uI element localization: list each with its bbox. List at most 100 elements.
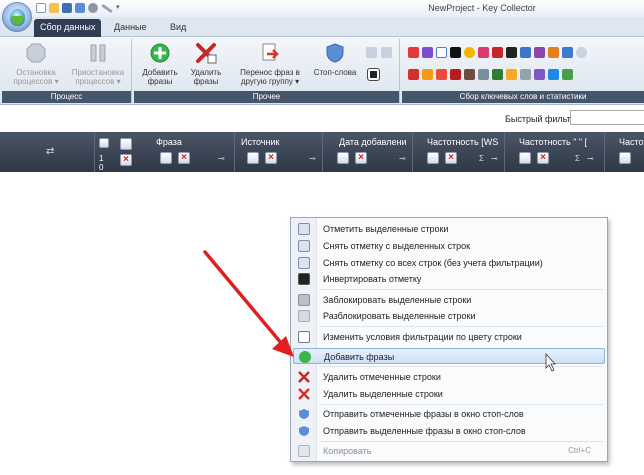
frequency-ws-funnel-icon[interactable]: ⊸ <box>491 154 498 163</box>
group-process: Остановка процессов ▾ Приостановка проце… <box>2 39 132 103</box>
search-icon[interactable] <box>576 47 587 58</box>
menu-item-send-checked-stopwords[interactable]: Отправить отмеченные фразы в окно стоп-с… <box>293 406 605 422</box>
m-icon[interactable] <box>450 69 461 80</box>
add-icon <box>299 351 311 363</box>
menu-item-uncheck-selected[interactable]: Снять отметку с выделенных строк <box>293 238 605 254</box>
app-menu-button[interactable] <box>2 2 32 32</box>
date-filter-icon[interactable] <box>337 152 349 164</box>
pen-icon[interactable] <box>562 69 573 80</box>
annotation-arrow-shaft <box>203 250 284 346</box>
menu-item-invert[interactable]: Инвертировать отметку <box>293 271 605 287</box>
frequency-quoted-funnel-icon[interactable]: ⊸ <box>587 154 594 163</box>
phrase-clear-icon[interactable]: × <box>178 152 190 164</box>
refresh-icon[interactable] <box>492 69 503 80</box>
column-phrase-title: Фраза <box>156 137 182 147</box>
redo-icon[interactable] <box>381 47 392 58</box>
menu-item-lock[interactable]: Заблокировать выделенные строки <box>293 292 605 308</box>
menu-separator <box>319 404 603 405</box>
column-row-controls: ⇄ 1 0 <box>0 132 109 172</box>
clear-select-icon[interactable]: × <box>120 154 132 166</box>
menu-item-delete-selected[interactable]: Удалить выделенные строки <box>293 386 605 402</box>
add-phrases-button[interactable]: Добавить фразы <box>138 42 182 86</box>
menu-item-check-selected[interactable]: Отметить выделенные строки <box>293 221 605 237</box>
delete-phrases-button[interactable]: Удалить фразы <box>184 42 228 86</box>
frequency-ws-clear-icon[interactable]: × <box>445 152 457 164</box>
c-icon[interactable] <box>548 69 559 80</box>
group-other: Добавить фразы Удалить фразы Перенос фра… <box>134 39 400 103</box>
menu-item-send-selected-stopwords[interactable]: Отправить выделенные фразы в окно стоп-с… <box>293 423 605 439</box>
date-clear-icon[interactable]: × <box>355 152 367 164</box>
a-icon[interactable] <box>534 69 545 80</box>
move-phrases-button[interactable]: Перенос фраз в другую группу ▾ <box>234 42 306 86</box>
column-frequency-extra[interactable]: Частотн <box>605 132 644 172</box>
delete-icon <box>298 388 310 400</box>
pause-icon <box>90 44 106 62</box>
column-frequency-ws[interactable]: Частотность [WS × Σ ⊸ <box>413 132 505 172</box>
source-clear-icon[interactable]: × <box>265 152 277 164</box>
group-caption-process: Процесс <box>2 91 131 103</box>
shield-icon <box>299 426 309 436</box>
ribbon: Остановка процессов ▾ Приостановка проце… <box>0 37 644 105</box>
stop-processes-button[interactable]: Остановка процессов ▾ <box>6 42 66 86</box>
tab-view[interactable]: Вид <box>164 19 192 37</box>
quick-filter-input[interactable] <box>570 110 644 125</box>
tab-data-collection[interactable]: Сбор данных <box>34 19 102 37</box>
menu-item-delete-checked[interactable]: Удалить отмеченные строки <box>293 369 605 385</box>
menu-item-uncheck-all[interactable]: Снять отметку со всех строк (без учета ф… <box>293 255 605 271</box>
grid-icon[interactable] <box>464 69 475 80</box>
copy-shortcut: Ctrl+C <box>568 446 591 455</box>
google-icon[interactable] <box>436 47 447 58</box>
frequency-quoted-clear-icon[interactable]: × <box>537 152 549 164</box>
chart-bars-icon[interactable] <box>408 47 419 58</box>
menu-separator <box>319 289 603 290</box>
menu-item-copy[interactable]: Копировать Ctrl+C <box>293 443 605 459</box>
frequency-quoted-sum-icon[interactable]: Σ <box>575 154 580 163</box>
menu-item-filter-by-color[interactable]: Изменить условия фильтрации по цвету стр… <box>293 329 605 345</box>
source-funnel-icon[interactable]: ⊸ <box>309 154 316 163</box>
column-frequency-extra-title: Частотн <box>619 137 644 147</box>
select-icon[interactable] <box>120 138 132 150</box>
r-icon[interactable] <box>450 47 461 58</box>
column-date-added[interactable]: Дата добавлени × ⊸ <box>323 132 413 172</box>
column-phrase[interactable]: Фраза × ⊸ <box>150 132 235 172</box>
light-icon[interactable] <box>506 69 517 80</box>
hand-icon[interactable] <box>436 69 447 80</box>
frequency-ws-filter-icon[interactable] <box>427 152 439 164</box>
chart-bars-alt-icon[interactable] <box>422 47 433 58</box>
stopwords-button[interactable]: Стоп-слова <box>310 42 360 77</box>
stats-icon[interactable] <box>520 47 531 58</box>
menu-item-add-phrases[interactable]: Добавить фразы <box>293 348 605 364</box>
expand-icon[interactable]: ⇄ <box>46 146 54 157</box>
kei-icon[interactable] <box>520 69 531 80</box>
ribbon-tabbar: Сбор данных Данные Вид <box>0 17 644 37</box>
invert-selection-icon[interactable] <box>367 68 380 81</box>
dollar-icon[interactable] <box>422 69 433 80</box>
frequency-extra-filter-icon[interactable] <box>619 152 631 164</box>
pause-processes-button[interactable]: Приостановка процессов ▾ <box>66 42 130 86</box>
rambler-icon[interactable] <box>478 47 489 58</box>
yandex-icon[interactable] <box>408 69 419 80</box>
analytics-icon[interactable] <box>548 47 559 58</box>
menu-item-unlock[interactable]: Разблокировать выделенные строки <box>293 308 605 324</box>
window-title: NewProject - Key Collector <box>428 3 536 13</box>
frequency-quoted-filter-icon[interactable] <box>519 152 531 164</box>
date-funnel-icon[interactable]: ⊸ <box>399 154 406 163</box>
menu-separator <box>319 366 603 367</box>
stop-icon <box>26 43 46 63</box>
phrase-filter-icon[interactable] <box>160 152 172 164</box>
mail-icon[interactable] <box>492 47 503 58</box>
tab-data[interactable]: Данные <box>108 19 153 37</box>
undo-icon[interactable] <box>366 47 377 58</box>
li-icon[interactable] <box>506 47 517 58</box>
column-date-title: Дата добавлени <box>339 137 407 147</box>
podcast-icon[interactable] <box>534 47 545 58</box>
page-icon[interactable] <box>478 69 489 80</box>
column-source[interactable]: Источник × ⊸ <box>235 132 323 172</box>
source-filter-icon[interactable] <box>247 152 259 164</box>
phrase-funnel-icon[interactable]: ⊸ <box>218 154 225 163</box>
wordstat-icon[interactable] <box>562 47 573 58</box>
frequency-ws-sum-icon[interactable]: Σ <box>479 154 484 163</box>
grid-header: ⇄ 1 0 × Фраза × ⊸ Источник × ⊸ Дата доба… <box>0 132 644 172</box>
sun-icon[interactable] <box>464 47 475 58</box>
column-frequency-quoted[interactable]: Частотность " " [ × Σ ⊸ <box>505 132 605 172</box>
